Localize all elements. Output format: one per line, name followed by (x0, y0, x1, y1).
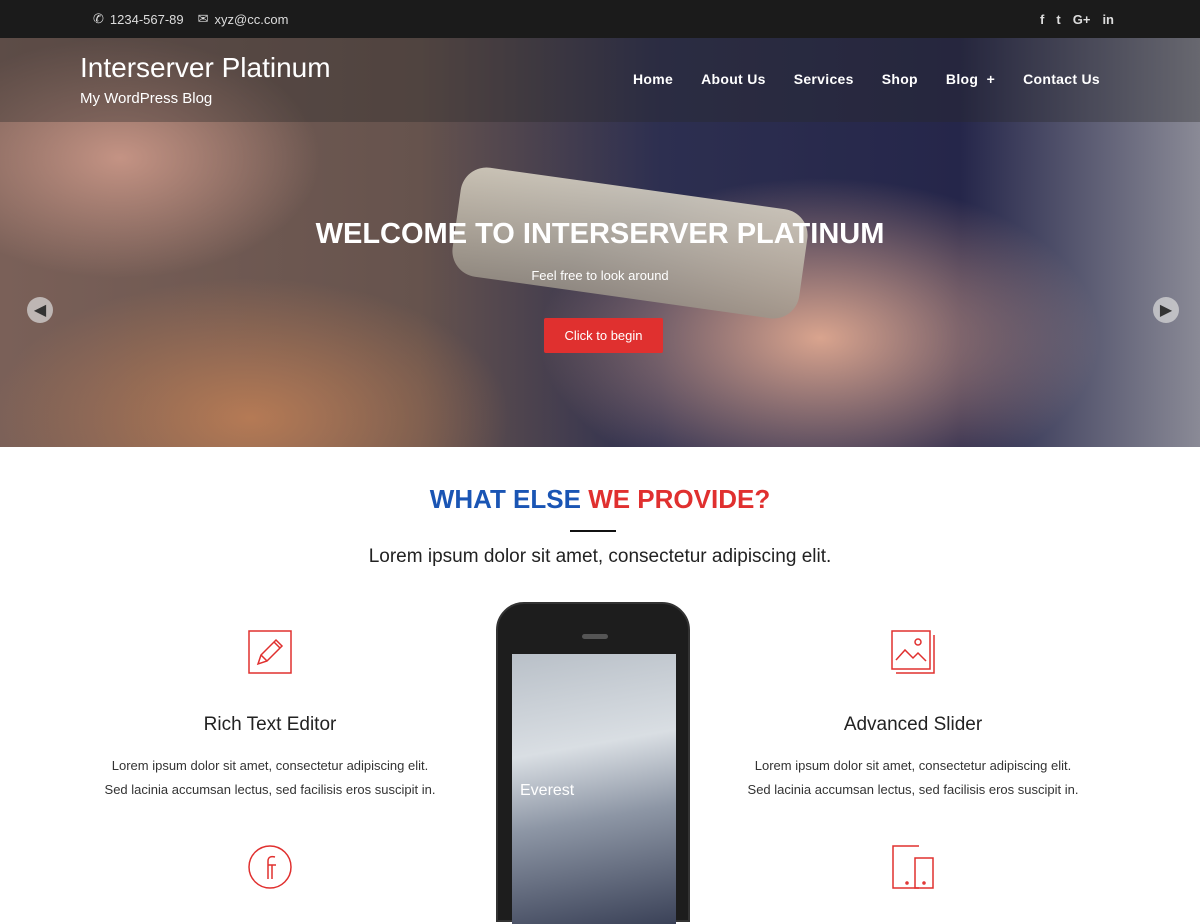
section-subtitle: Lorem ipsum dolor sit amet, consectetur … (368, 546, 832, 567)
phone-icon: ✆ (93, 11, 104, 26)
site-branding: Interserver Platinum My WordPress Blog (80, 52, 331, 107)
image-icon (891, 630, 935, 674)
feature-rich-text-editor: Rich Text Editor Lorem ipsum dolor sit a… (90, 630, 450, 802)
email-contact[interactable]: ✉ xyz@cc.com (198, 11, 289, 27)
prev-slide-arrow-icon[interactable]: ◀ (27, 297, 53, 323)
feature-advanced-slider: Advanced Slider Lorem ipsum dolor sit am… (733, 630, 1093, 802)
envelope-icon: ✉ (197, 11, 209, 26)
next-slide-arrow-icon[interactable]: ▶ (1153, 297, 1179, 323)
phone-speaker (582, 634, 608, 639)
hero-title: WELCOME TO INTERSERVER PLATINUM (315, 218, 885, 250)
site-tagline: My WordPress Blog (80, 90, 213, 107)
feature-social (90, 845, 450, 889)
site-title[interactable]: Interserver Platinum (80, 52, 331, 84)
facebook-icon[interactable]: f (1040, 12, 1044, 27)
hero-slider: Interserver Platinum My WordPress Blog H… (0, 38, 1200, 447)
twitter-icon[interactable]: t (1056, 12, 1060, 27)
phone-screen: Everest (512, 654, 676, 924)
devices-icon (891, 845, 935, 889)
main-nav: Home About Us Services Shop Blog + Conta… (633, 71, 1100, 87)
linkedin-icon[interactable]: in (1102, 12, 1114, 27)
phone-contact: ✆ 1234-567-89 (93, 11, 184, 27)
feature-responsive (733, 845, 1093, 889)
section-title: WHAT ELSE WE PROVIDE? (429, 484, 771, 514)
cta-button[interactable]: Click to begin (544, 318, 663, 353)
nav-blog[interactable]: Blog + (946, 71, 995, 87)
divider (570, 530, 616, 532)
facebook-icon (248, 845, 292, 889)
nav-about-us[interactable]: About Us (701, 71, 766, 87)
nav-services[interactable]: Services (794, 71, 854, 87)
top-bar: ✆ 1234-567-89 ✉ xyz@cc.com f t G+ in (0, 0, 1200, 38)
pencil-icon (248, 630, 292, 674)
nav-contact-us[interactable]: Contact Us (1023, 71, 1100, 87)
nav-shop[interactable]: Shop (882, 71, 918, 87)
google-plus-icon[interactable]: G+ (1073, 12, 1091, 27)
nav-home[interactable]: Home (633, 71, 673, 87)
phone-mockup: Everest (496, 602, 690, 924)
hero-subtitle: Feel free to look around (531, 268, 669, 283)
